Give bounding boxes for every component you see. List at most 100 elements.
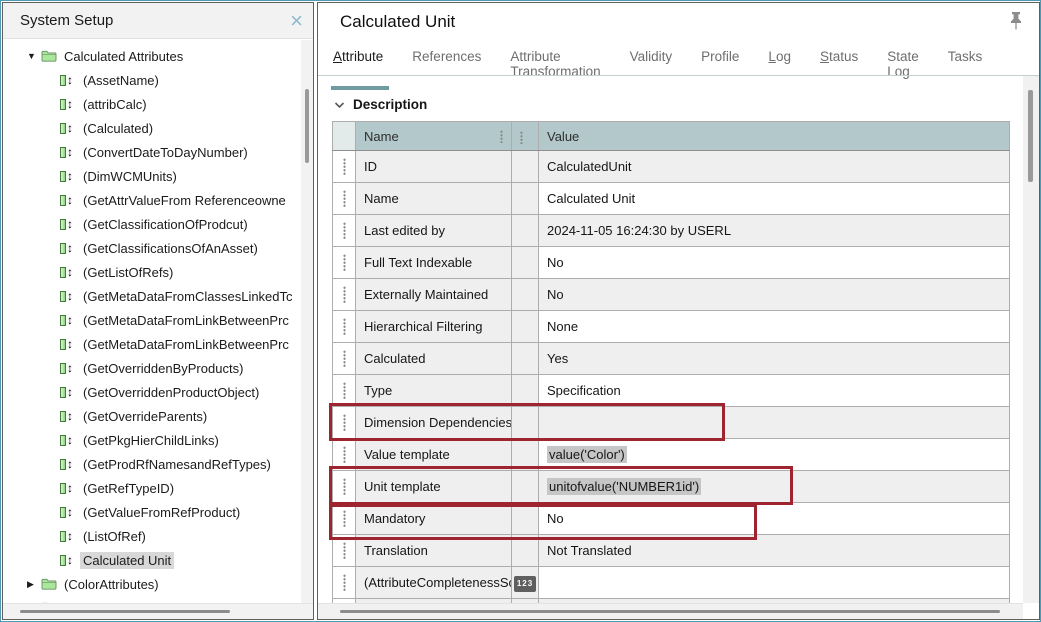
tree-item[interactable]: ↕(AssetName): [3, 68, 301, 92]
right-vertical-scrollbar-thumb[interactable]: [1028, 90, 1033, 182]
tree-item-label: (ConvertDateToDayNumber): [80, 144, 251, 161]
left-panel-title: System Setup: [20, 12, 290, 29]
tree-item[interactable]: ↕(GetMetaDataFromClassesLinkedTc: [3, 284, 301, 308]
left-horizontal-scrollbar-thumb[interactable]: [20, 610, 230, 613]
row-value[interactable]: None: [539, 311, 1010, 343]
tree-item[interactable]: ↕(GetListOfRefs): [3, 260, 301, 284]
attribute-icon: ↕: [60, 411, 80, 422]
tree-item[interactable]: ↕(DimWCMUnits): [3, 164, 301, 188]
drag-handle-icon: [343, 190, 346, 207]
tab-status[interactable]: Status: [820, 49, 858, 88]
tree-item[interactable]: ↕(GetRefTypeID): [3, 476, 301, 500]
tree-item[interactable]: ↕(GetMetaDataFromLinkBetweenPrc: [3, 308, 301, 332]
row-value[interactable]: unitofvalue('NUMBER1id'): [539, 471, 1010, 503]
tree-item[interactable]: ↕(GetValueFromRefProduct): [3, 500, 301, 524]
table-row-calculated: CalculatedYes: [333, 343, 1010, 375]
tree-item-label: (GetAttrValueFrom Referenceowne: [80, 192, 289, 209]
tree-item-label: (GetPkgHierChildLinks): [80, 432, 222, 449]
tree-folder-calculated-attributes[interactable]: ▼ Calculated Attributes: [3, 44, 301, 68]
tree-item[interactable]: ↕(Calculated): [3, 116, 301, 140]
row-value[interactable]: [539, 407, 1010, 439]
header-value[interactable]: Value: [539, 122, 1010, 151]
row-value[interactable]: [539, 567, 1010, 599]
pin-icon[interactable]: [1009, 11, 1023, 31]
tree-item-label: (ListOfRef): [80, 528, 149, 545]
tree-item[interactable]: ↕(GetClassificationsOfAnAsset): [3, 236, 301, 260]
row-value[interactable]: CalculatedUnit: [539, 151, 1010, 183]
row-value[interactable]: Yes: [539, 343, 1010, 375]
tab-tasks[interactable]: Tasks: [948, 49, 983, 88]
tree-item[interactable]: ↕(GetClassificationOfProdcut): [3, 212, 301, 236]
table-row-attribute-completeness-score: (AttributeCompletenessScore)123: [333, 567, 1010, 599]
close-icon[interactable]: ×: [290, 11, 303, 31]
tab-attribute-transformation[interactable]: Attribute Transformation: [510, 49, 600, 88]
column-menu-icon[interactable]: [520, 131, 523, 144]
tab-validity[interactable]: Validity: [630, 49, 673, 88]
tree-item-label: (attribCalc): [80, 96, 150, 113]
attribute-icon: ↕: [60, 99, 80, 110]
left-vertical-scrollbar-thumb[interactable]: [305, 89, 309, 163]
attribute-icon: ↕: [60, 195, 80, 206]
tree-folder-compliance[interactable]: ▶ (Compliance): [3, 596, 301, 603]
header-type-column[interactable]: [512, 122, 539, 151]
tree-item-selected[interactable]: ↕Calculated Unit: [3, 548, 301, 572]
right-horizontal-scrollbar[interactable]: [318, 603, 1023, 619]
attribute-icon: ↕: [60, 171, 80, 182]
tree-item[interactable]: ↕(ListOfRef): [3, 524, 301, 548]
tree-item-label: (GetMetaDataFromLinkBetweenPrc: [80, 312, 292, 329]
app-window: System Setup × ▼ Calculated Attributes ↕…: [0, 0, 1041, 622]
tab-references[interactable]: References: [412, 49, 481, 88]
row-value[interactable]: Calculated Unit: [539, 183, 1010, 215]
table-row-hierarchical-filtering: Hierarchical Filtering None: [333, 311, 1010, 343]
row-value[interactable]: Not Translated: [539, 535, 1010, 567]
tree-item[interactable]: ↕(GetOverriddenProductObject): [3, 380, 301, 404]
tree-item[interactable]: ↕(GetOverriddenByProducts): [3, 356, 301, 380]
expand-arrow-icon[interactable]: ▼: [27, 51, 41, 61]
tree-item[interactable]: ↕(GetPkgHierChildLinks): [3, 428, 301, 452]
table-row-dimension-dependencies: Dimension Dependencies: [333, 407, 1010, 439]
row-name: ID: [356, 151, 512, 183]
tree-item[interactable]: ↕(attribCalc): [3, 92, 301, 116]
attribute-icon: ↕: [60, 459, 80, 470]
row-value[interactable]: Specification: [539, 375, 1010, 407]
tab-profile[interactable]: Profile: [701, 49, 739, 88]
tree-item-label: (GetListOfRefs): [80, 264, 176, 281]
tree-folder-colorattributes[interactable]: ▶ (ColorAttributes): [3, 572, 301, 596]
row-name: Dimension Dependencies: [356, 407, 512, 439]
attribute-icon: ↕: [60, 123, 80, 134]
tree-item[interactable]: ↕(GetOverrideParents): [3, 404, 301, 428]
attribute-icon: ↕: [60, 243, 80, 254]
drag-handle-icon: [343, 158, 346, 175]
attribute-icon: ↕: [60, 147, 80, 158]
tree-folder-label: Calculated Attributes: [61, 48, 186, 65]
right-vertical-scrollbar[interactable]: [1023, 76, 1039, 603]
tree-item[interactable]: ↕(GetMetaDataFromLinkBetweenPrc: [3, 332, 301, 356]
table-row-type: TypeSpecification: [333, 375, 1010, 407]
row-value[interactable]: 2024-11-05 16:24:30 by USERL: [539, 215, 1010, 247]
right-horizontal-scrollbar-thumb[interactable]: [340, 610, 1000, 613]
tree-item-label: (GetProdRfNamesandRefTypes): [80, 456, 274, 473]
description-section-header[interactable]: Description: [334, 97, 427, 112]
row-name: Hierarchical Filtering: [356, 311, 512, 343]
row-value[interactable]: value('Color'): [539, 439, 1010, 471]
left-horizontal-scrollbar[interactable]: [3, 603, 313, 619]
tab-log[interactable]: Log: [768, 49, 791, 88]
header-name[interactable]: Name: [356, 122, 512, 151]
attribute-icon: ↕: [60, 315, 80, 326]
column-menu-icon[interactable]: [500, 130, 503, 143]
chevron-down-icon[interactable]: [334, 101, 345, 109]
row-value[interactable]: No: [539, 247, 1010, 279]
collapse-arrow-icon[interactable]: ▶: [27, 579, 41, 590]
left-vertical-scrollbar[interactable]: [301, 40, 313, 603]
attribute-icon: ↕: [60, 267, 80, 278]
tree-item[interactable]: ↕(GetProdRfNamesandRefTypes): [3, 452, 301, 476]
row-value[interactable]: No: [539, 503, 1010, 535]
folder-icon: [41, 50, 61, 62]
tab-attribute[interactable]: Attribute: [333, 49, 383, 88]
tree-item[interactable]: ↕(GetAttrValueFrom Referenceowne: [3, 188, 301, 212]
row-value[interactable]: No: [539, 279, 1010, 311]
row-name: Last edited by: [356, 215, 512, 247]
tree-item[interactable]: ↕(ConvertDateToDayNumber): [3, 140, 301, 164]
row-name: Full Text Indexable: [356, 247, 512, 279]
tab-state-log[interactable]: State Log: [887, 49, 919, 88]
